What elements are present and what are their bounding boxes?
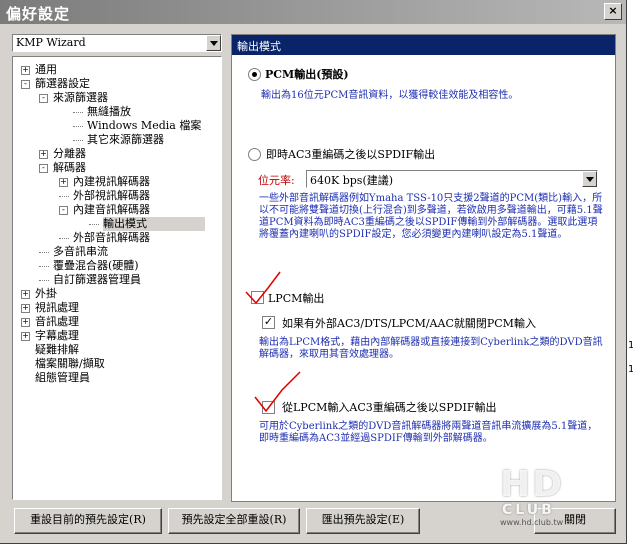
reset-current-button[interactable]: 重設目前的預先設定(R) [14, 508, 162, 534]
red-check-2 [254, 371, 301, 413]
edge-marker: 1 [628, 364, 633, 375]
red-check-1 [245, 271, 281, 305]
export-button[interactable]: 匯出預先設定(E) [306, 508, 420, 534]
reset-all-button[interactable]: 預先設定全部重設(R) [168, 508, 300, 534]
edge-marker: 1 [628, 340, 633, 351]
background-window-edge [627, 0, 633, 547]
preferences-dialog: 偏好設定 × KMP Wizard + 通用 - 篩選器設定 - 來源篩選器 無縫播放 Win… [0, 0, 627, 544]
hdclub-watermark-logo: HD CLUB www.hd.club.tw [500, 464, 565, 527]
